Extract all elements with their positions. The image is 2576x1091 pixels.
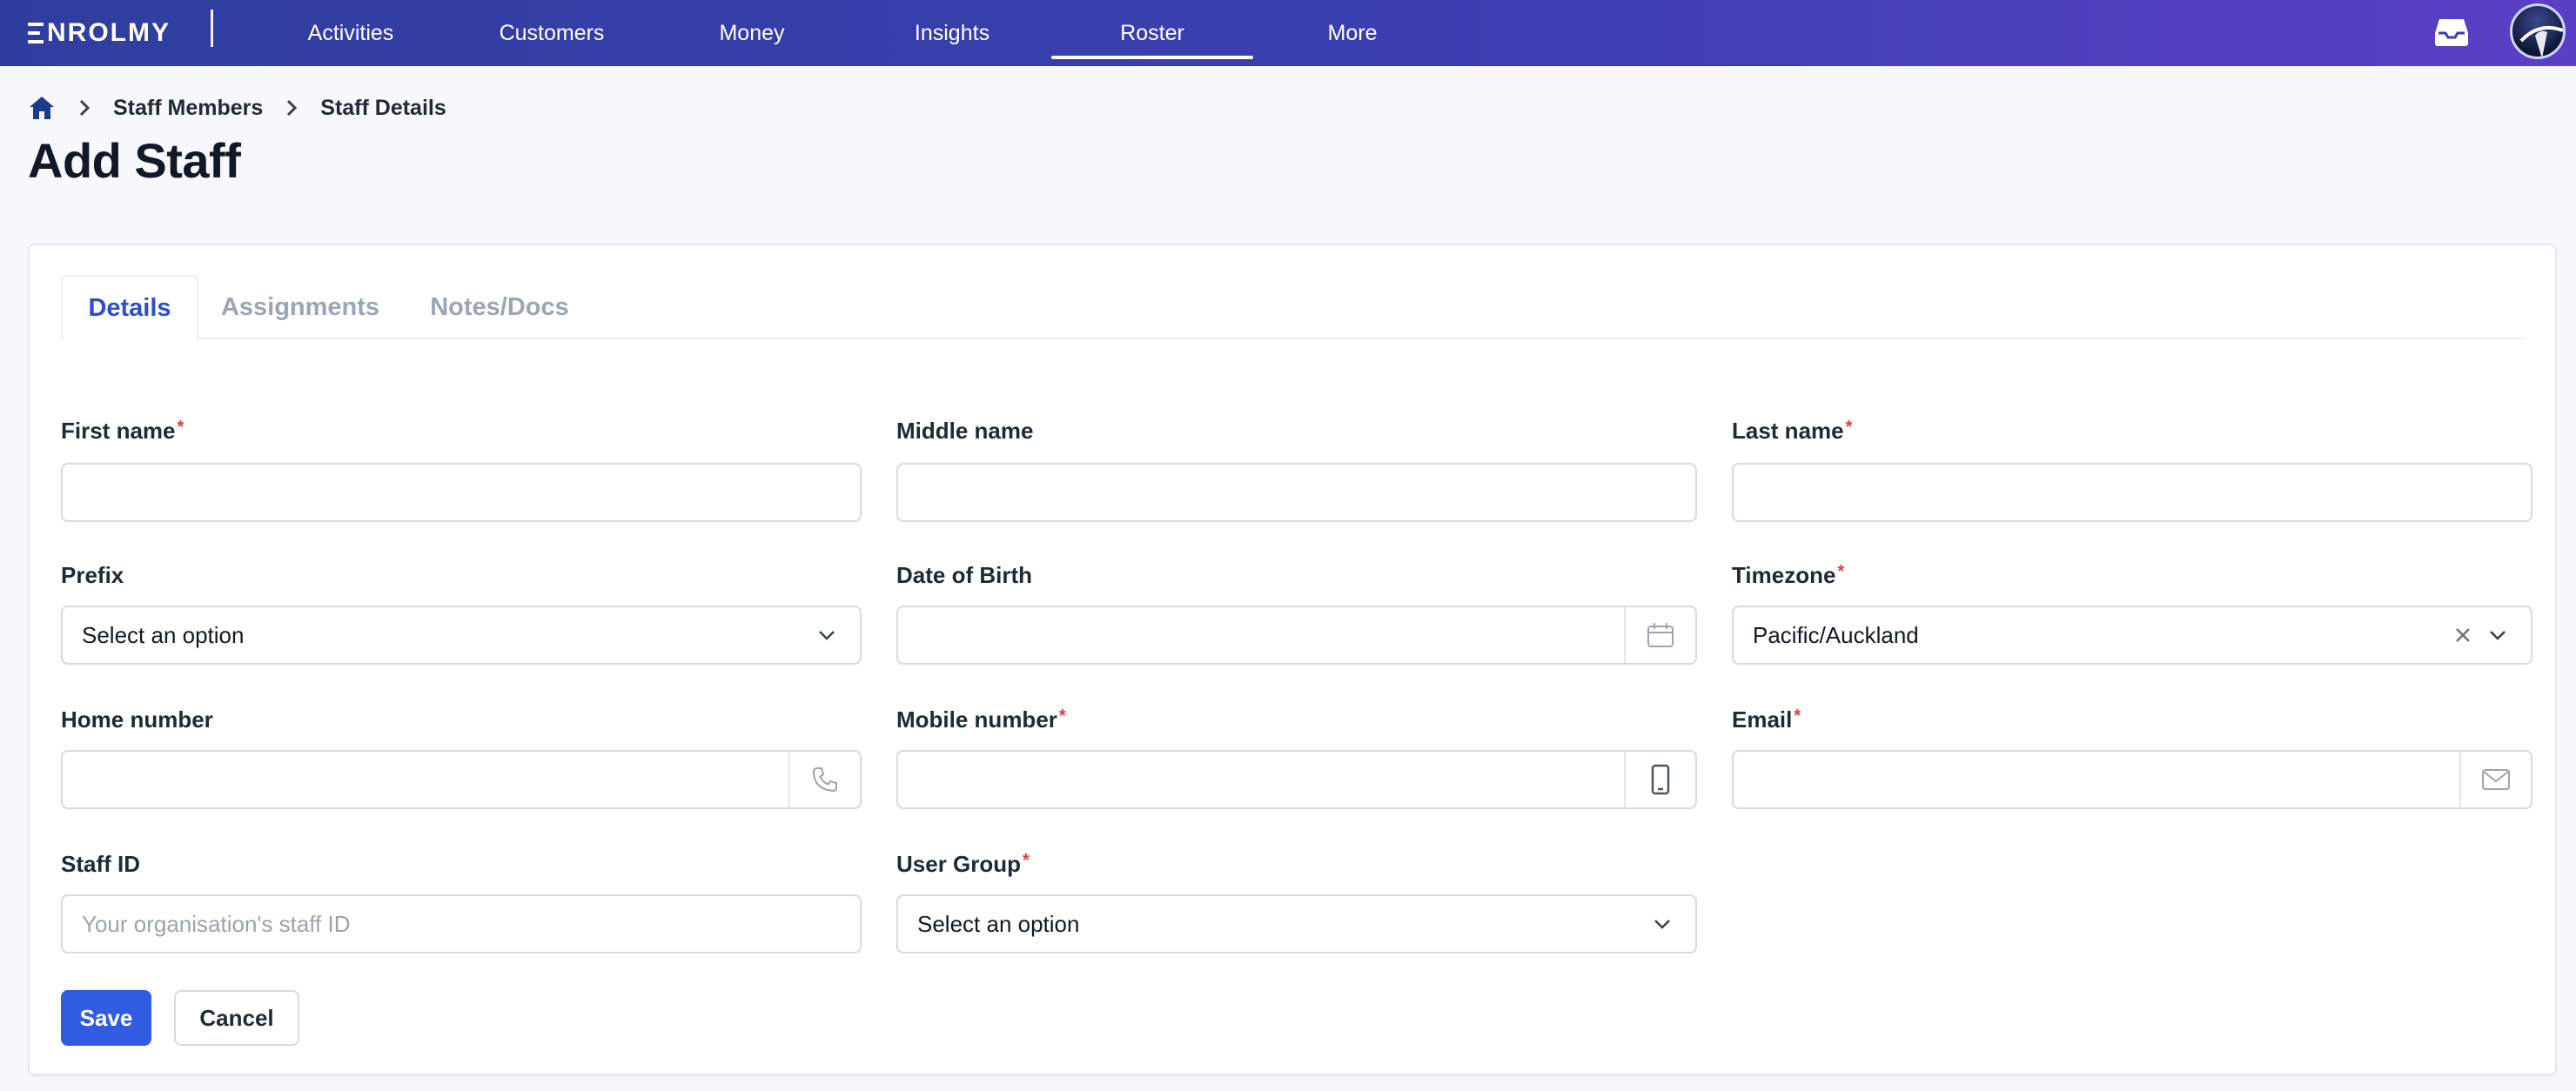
- first-name-label: First name *: [61, 418, 184, 444]
- tab-bar: Details Assignments Notes/Docs: [61, 275, 2524, 341]
- nav-roster[interactable]: Roster: [1051, 0, 1253, 66]
- tab-label: Details: [88, 293, 171, 322]
- required-marker: *: [1845, 418, 1853, 437]
- first-name-input[interactable]: [61, 463, 862, 522]
- home-number-label: Home number: [61, 706, 213, 733]
- user-avatar[interactable]: [2510, 3, 2566, 59]
- chevron-down-icon: [809, 629, 844, 641]
- nav-label: Activities: [307, 20, 394, 45]
- middle-name-input[interactable]: [896, 463, 1697, 522]
- select-value: Select an option: [82, 621, 245, 648]
- nav-insights[interactable]: Insights: [898, 0, 1006, 66]
- inbox-icon[interactable]: [2433, 16, 2470, 49]
- staff-id-input[interactable]: [61, 894, 862, 954]
- nav-label: Roster: [1120, 20, 1184, 45]
- save-button[interactable]: Save: [61, 990, 151, 1046]
- tab-notes-docs[interactable]: Notes/Docs: [413, 275, 587, 339]
- required-marker: *: [177, 418, 184, 437]
- tab-label: Notes/Docs: [430, 292, 569, 321]
- last-name-label: Last name *: [1732, 418, 1853, 444]
- required-marker: *: [1023, 851, 1030, 870]
- staff-id-text-input[interactable]: [63, 896, 860, 952]
- tab-label: Assignments: [220, 292, 380, 321]
- timezone-select[interactable]: Pacific/Auckland: [1732, 606, 2532, 665]
- email-input[interactable]: [1732, 750, 2532, 809]
- phone-icon: [788, 752, 860, 807]
- nav-label: Money: [719, 20, 785, 45]
- required-marker: *: [1058, 706, 1066, 726]
- cancel-button[interactable]: Cancel: [174, 990, 299, 1046]
- nav-activities[interactable]: Activities: [287, 0, 414, 66]
- nav-label: Customers: [499, 20, 605, 45]
- chevron-right-icon: [285, 98, 298, 117]
- breadcrumb: Staff Members Staff Details: [28, 90, 446, 125]
- home-icon[interactable]: [28, 95, 56, 121]
- nav-more[interactable]: More: [1314, 0, 1391, 66]
- select-value: Pacific/Auckland: [1753, 621, 1919, 648]
- top-navbar: NROLMY Activities Customers Money Insigh…: [0, 0, 2576, 66]
- logo-divider: [211, 10, 213, 47]
- brand-logo[interactable]: NROLMY: [28, 14, 171, 52]
- nav-label: Insights: [914, 20, 990, 45]
- staff-id-label: Staff ID: [61, 851, 140, 877]
- dob-label: Date of Birth: [896, 562, 1032, 588]
- select-value: Select an option: [917, 910, 1080, 937]
- brand-name: NROLMY: [47, 18, 171, 47]
- dob-input[interactable]: [896, 606, 1697, 665]
- clear-icon[interactable]: [2445, 626, 2480, 644]
- mobile-number-label: Mobile number *: [896, 706, 1066, 733]
- home-number-input[interactable]: [61, 750, 862, 809]
- middle-name-label: Middle name: [896, 418, 1034, 444]
- staff-form-card: Details Assignments Notes/Docs First nam…: [28, 244, 2557, 1075]
- mobile-number-input[interactable]: [896, 750, 1697, 809]
- tab-assignments[interactable]: Assignments: [219, 275, 381, 339]
- brand-logo-e-icon: [28, 23, 44, 44]
- envelope-icon: [2459, 752, 2531, 807]
- user-group-select[interactable]: Select an option: [896, 894, 1697, 954]
- required-marker: *: [1794, 706, 1801, 726]
- calendar-icon[interactable]: [1624, 607, 1695, 663]
- breadcrumb-staff-details: Staff Details: [320, 95, 446, 120]
- user-group-label: User Group *: [896, 851, 1030, 877]
- email-label: Email *: [1732, 706, 1801, 733]
- chevron-down-icon: [1645, 918, 1680, 930]
- breadcrumb-staff-members[interactable]: Staff Members: [113, 96, 263, 121]
- prefix-label: Prefix: [61, 562, 124, 588]
- last-name-input[interactable]: [1732, 463, 2532, 522]
- nav-label: More: [1327, 20, 1378, 45]
- prefix-select[interactable]: Select an option: [61, 606, 862, 665]
- page-title: Add Staff: [28, 133, 241, 188]
- nav-customers[interactable]: Customers: [484, 0, 620, 66]
- nav-money[interactable]: Money: [700, 0, 804, 66]
- tab-details[interactable]: Details: [61, 275, 198, 341]
- chevron-down-icon: [2480, 629, 2515, 641]
- required-marker: *: [1837, 562, 1845, 581]
- timezone-label: Timezone *: [1732, 562, 1845, 588]
- mobile-phone-icon: [1624, 752, 1695, 807]
- chevron-right-icon: [78, 98, 91, 117]
